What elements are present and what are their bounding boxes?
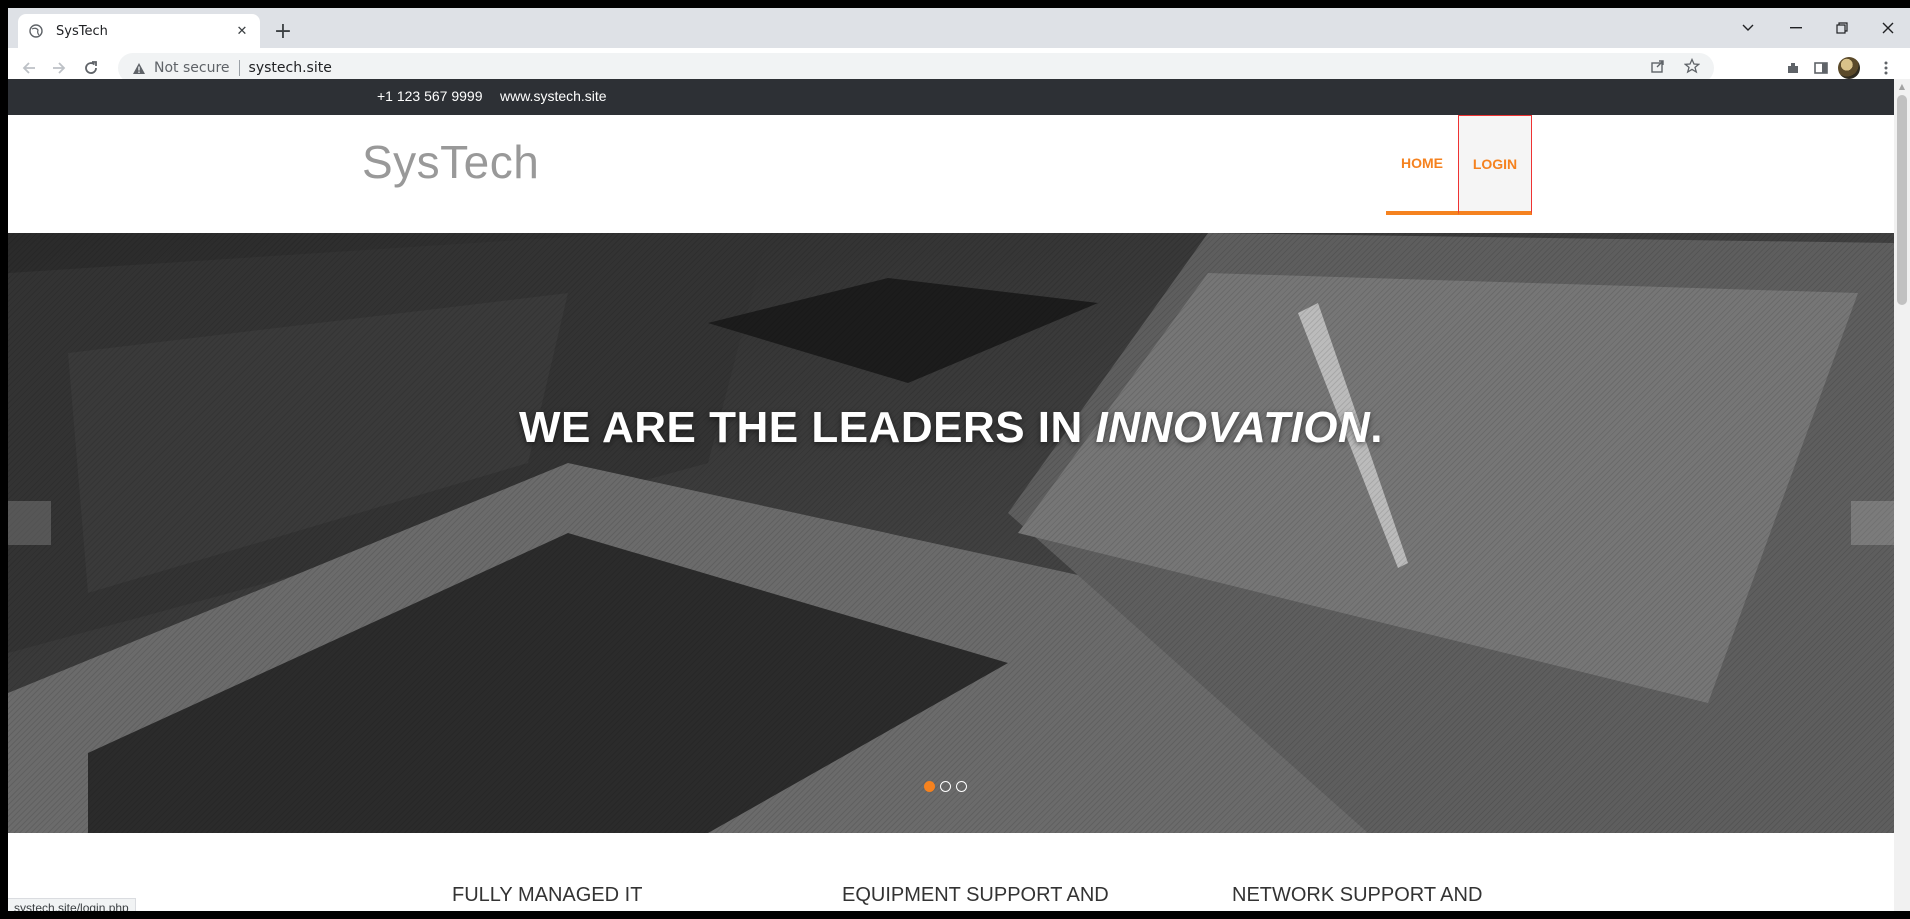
carousel-dot-3[interactable] xyxy=(956,781,967,792)
browser-window: SysTech ✕ + Not secure systech.site +1 1… xyxy=(8,8,1910,911)
tab-title: SysTech xyxy=(56,23,108,39)
hero-headline-period: . xyxy=(1370,403,1383,452)
contact-topbar: +1 123 567 9999 www.systech.site xyxy=(8,79,1894,115)
url-text: systech.site xyxy=(248,60,332,76)
service-title: FULLY MANAGED IT xyxy=(452,884,643,906)
back-icon[interactable] xyxy=(16,55,42,81)
scrollbar-thumb[interactable] xyxy=(1897,95,1907,305)
contact-phone[interactable]: +1 123 567 9999 xyxy=(377,88,483,104)
bookmark-star-icon[interactable] xyxy=(1683,57,1701,78)
site-logo[interactable]: SysTech xyxy=(362,135,539,189)
browser-menu-icon[interactable] xyxy=(1878,57,1894,79)
link-status-bubble: systech.site/login.php xyxy=(8,898,136,911)
nav-home-link[interactable]: HOME xyxy=(1386,115,1458,215)
globe-icon xyxy=(28,23,44,39)
minimize-icon[interactable] xyxy=(1776,14,1816,42)
hero-texture-overlay xyxy=(8,233,1894,833)
tab-strip: SysTech ✕ + xyxy=(8,8,1910,48)
hero-carousel: WE ARE THE LEADERS IN INNOVATION. xyxy=(8,233,1894,833)
hero-headline-emphasis: INNOVATION xyxy=(1095,403,1371,452)
contact-website[interactable]: www.systech.site xyxy=(500,88,607,104)
site-header: SysTech HOME LOGIN xyxy=(8,115,1894,233)
page-scrollbar[interactable]: ▲ xyxy=(1894,79,1910,911)
hero-headline-text: WE ARE THE LEADERS IN xyxy=(519,403,1096,452)
service-title: NETWORK SUPPORT AND xyxy=(1232,884,1483,906)
reload-icon[interactable] xyxy=(78,55,104,81)
address-divider xyxy=(238,60,240,76)
carousel-indicators xyxy=(924,781,967,792)
restore-icon[interactable] xyxy=(1822,14,1862,42)
side-panel-icon[interactable] xyxy=(1810,57,1832,79)
close-window-icon[interactable] xyxy=(1868,14,1908,42)
tab-close-icon[interactable]: ✕ xyxy=(234,23,250,39)
carousel-next-button[interactable] xyxy=(1851,501,1894,545)
forward-icon[interactable] xyxy=(46,55,72,81)
security-label: Not secure xyxy=(154,60,230,76)
carousel-prev-button[interactable] xyxy=(8,501,51,545)
warning-icon[interactable] xyxy=(132,62,146,75)
extensions-icon[interactable] xyxy=(1782,57,1804,79)
share-icon[interactable] xyxy=(1650,58,1666,78)
profile-avatar[interactable] xyxy=(1838,57,1860,79)
service-title: EQUIPMENT SUPPORT AND xyxy=(842,884,1109,906)
new-tab-button[interactable]: + xyxy=(270,18,296,44)
nav-login-link[interactable]: LOGIN xyxy=(1458,115,1532,215)
carousel-dot-2[interactable] xyxy=(940,781,951,792)
carousel-dot-1[interactable] xyxy=(924,781,935,792)
scroll-up-icon[interactable]: ▲ xyxy=(1894,79,1910,93)
hero-headline: WE ARE THE LEADERS IN INNOVATION. xyxy=(8,403,1894,453)
browser-tab[interactable]: SysTech ✕ xyxy=(18,14,260,48)
services-section: FULLY MANAGED IT EQUIPMENT SUPPORT AND N… xyxy=(8,833,1894,911)
tab-search-icon[interactable] xyxy=(1728,14,1768,42)
page-viewport: +1 123 567 9999 www.systech.site SysTech… xyxy=(8,79,1894,911)
